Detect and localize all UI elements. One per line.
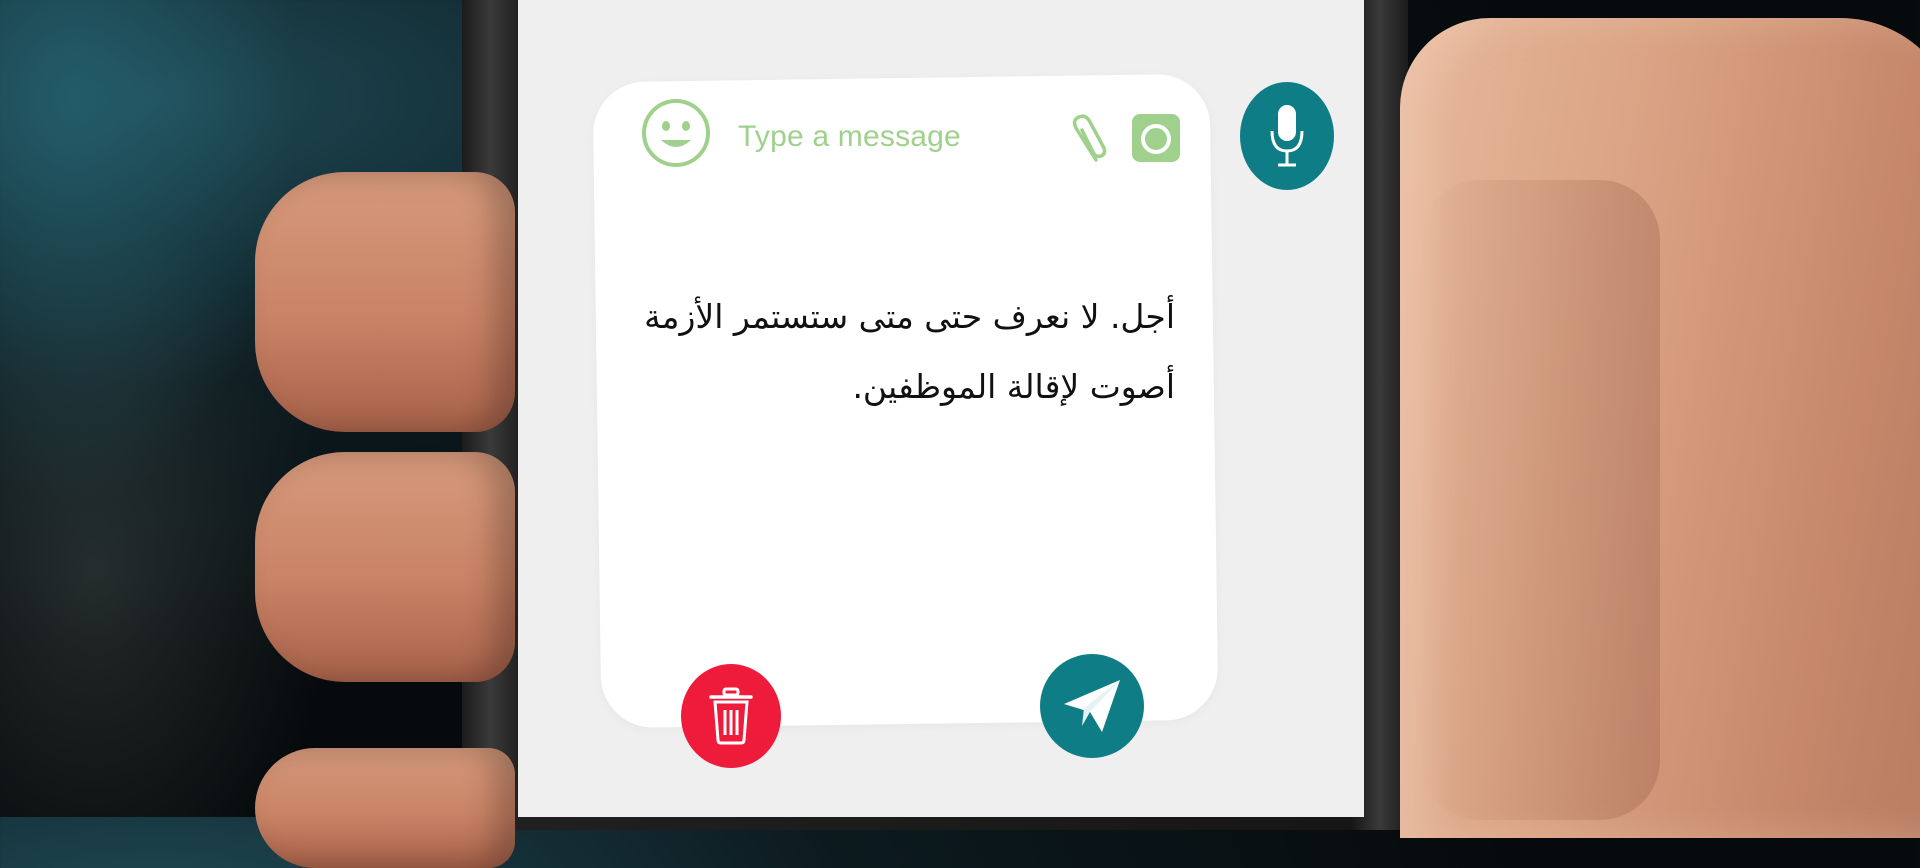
left-finger-bottom	[255, 748, 515, 868]
thumb-shadow	[1420, 180, 1660, 820]
send-button[interactable]	[1040, 654, 1144, 758]
left-finger-top	[255, 172, 515, 432]
message-input-placeholder[interactable]: Type a message	[738, 120, 961, 154]
delete-button[interactable]	[681, 664, 781, 768]
smiley-face-icon[interactable]	[641, 98, 711, 168]
message-text[interactable]: أجل. لا نعرف حتى متى ستستمر الأزمة أصوت …	[620, 282, 1175, 422]
camera-icon[interactable]	[1130, 112, 1182, 164]
message-line: أجل. لا نعرف حتى متى ستستمر الأزمة	[644, 297, 1175, 336]
paper-plane-icon	[1064, 680, 1120, 732]
microphone-button[interactable]	[1240, 82, 1334, 190]
message-line: أصوت لإقالة الموظفين.	[852, 367, 1175, 406]
left-finger-middle	[255, 452, 515, 682]
photo-scene: Type a message أجل. لا نعرف حتى متى ستست…	[0, 0, 1920, 868]
paperclip-icon[interactable]	[1062, 110, 1110, 168]
trash-icon	[709, 687, 753, 745]
microphone-icon	[1270, 105, 1304, 167]
